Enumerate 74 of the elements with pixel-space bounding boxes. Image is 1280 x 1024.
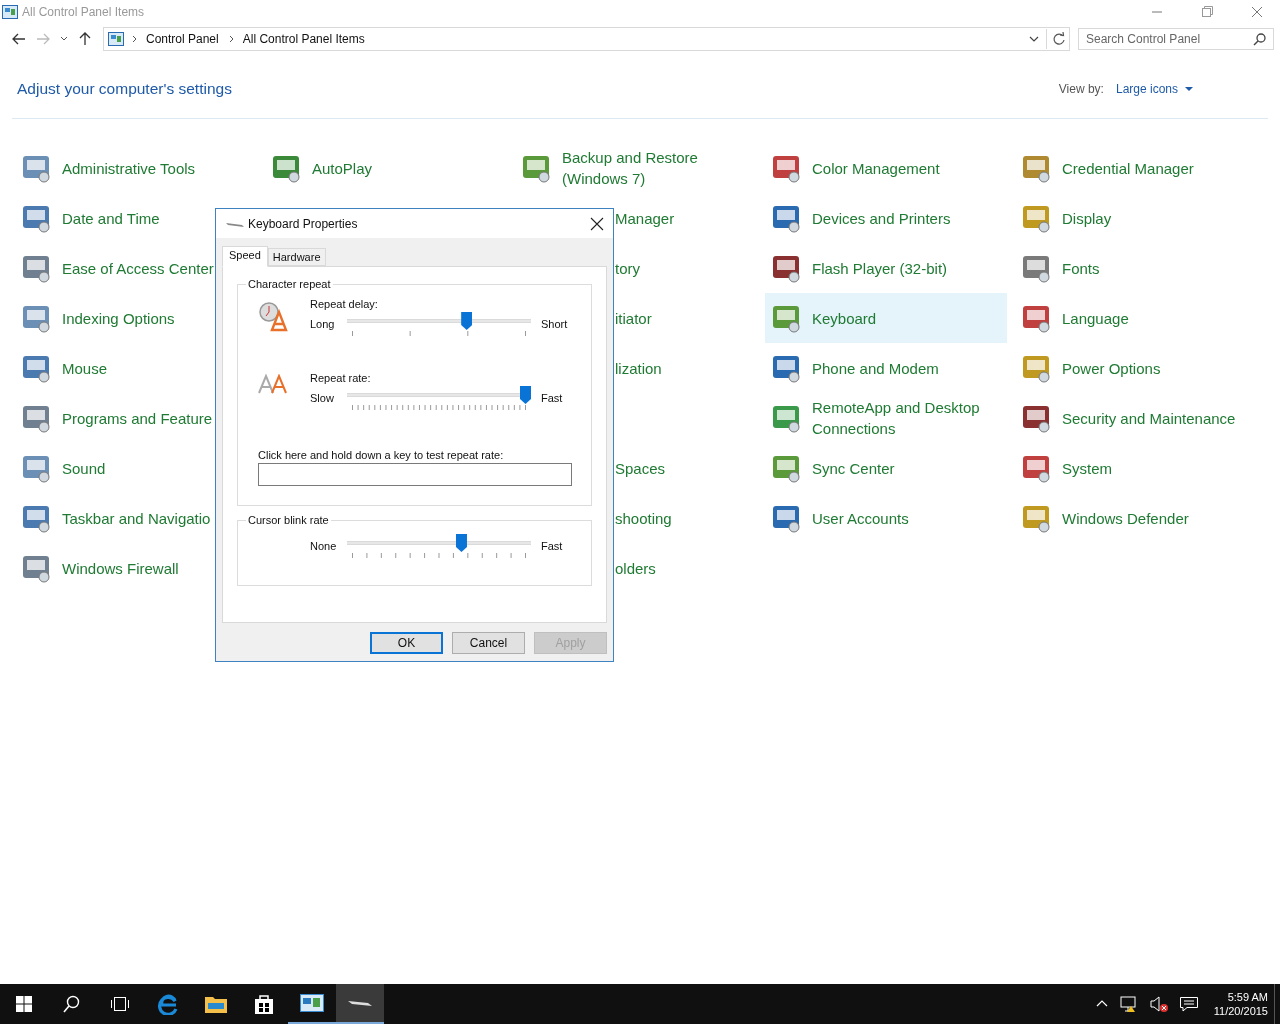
- group-title: Cursor blink rate: [247, 514, 330, 526]
- slider-min-label: Long: [310, 318, 336, 330]
- applet-item[interactable]: Phone and Modem: [765, 343, 1007, 393]
- folder-icon: [204, 994, 228, 1014]
- notification-icon[interactable]: [1178, 995, 1199, 1013]
- applet-item[interactable]: Fonts: [1015, 243, 1257, 293]
- browser-icon: [157, 993, 179, 1015]
- close-icon[interactable]: [590, 216, 604, 231]
- applet-item[interactable]: Power Options: [1015, 343, 1257, 393]
- address-bar[interactable]: Control Panel All Control Panel Items: [103, 27, 1070, 51]
- search-field[interactable]: Search Control Panel: [1078, 28, 1274, 50]
- applet-item[interactable]: Credential Manager: [1015, 143, 1257, 193]
- clock-date[interactable]: 11/20/2015: [1213, 1004, 1268, 1018]
- applet-item[interactable]: AutoPlay: [265, 143, 507, 193]
- stopwatch-icon: [258, 300, 290, 332]
- slider-max-label: Short: [541, 318, 568, 330]
- letters-icon: [258, 374, 290, 394]
- applet-item[interactable]: Administrative Tools: [15, 143, 257, 193]
- view-by-label: View by:: [1058, 82, 1104, 96]
- applet-item[interactable]: Programs and Feature: [15, 393, 257, 443]
- task-view-icon: [109, 996, 131, 1012]
- applet-item[interactable]: Windows Defender: [1015, 493, 1257, 543]
- view-mode-link[interactable]: Large icons: [1115, 82, 1178, 96]
- applet-item[interactable]: RemoteApp and Desktop Connections: [765, 393, 1007, 443]
- window-title: All Control Panel Items: [22, 5, 145, 19]
- slider-label: Repeat rate:: [310, 372, 372, 384]
- slider-thumb[interactable]: [461, 312, 473, 330]
- applet-item[interactable]: Backup and Restore (Windows 7): [515, 143, 757, 193]
- dialog-title: Keyboard Properties: [248, 216, 358, 231]
- dialog-button[interactable]: Cancel: [452, 632, 525, 654]
- slider-min-label: None: [310, 540, 338, 552]
- group-title: Character repeat: [247, 278, 332, 290]
- control-panel-icon: [300, 993, 324, 1013]
- input-field[interactable]: [258, 463, 572, 486]
- slider-max-label: Fast: [541, 540, 563, 552]
- shopping-bag-icon: [254, 993, 274, 1015]
- windows-logo-icon: [16, 996, 32, 1012]
- slider-label: Repeat delay:: [310, 298, 379, 310]
- applet-item[interactable]: Color Management: [765, 143, 1007, 193]
- applet-item[interactable]: Indexing Options: [15, 293, 257, 343]
- slider-thumb[interactable]: [520, 386, 531, 404]
- speaker-muted-icon[interactable]: [1148, 995, 1169, 1013]
- slider-min-label: Slow: [310, 392, 335, 404]
- clock-time[interactable]: 5:59 AM: [1227, 990, 1268, 1004]
- page-heading: Adjust your computer's settings: [17, 80, 232, 98]
- control-panel-icon: [108, 32, 124, 46]
- applet-item[interactable]: Keyboard: [765, 293, 1007, 343]
- applet-item[interactable]: Sync Center: [765, 443, 1007, 493]
- network-icon[interactable]: [1118, 995, 1139, 1013]
- applet-item[interactable]: Display: [1015, 193, 1257, 243]
- applet-item[interactable]: Devices and Printers: [765, 193, 1007, 243]
- applet-item[interactable]: Windows Firewall: [15, 543, 257, 593]
- applet-item[interactable]: Language: [1015, 293, 1257, 343]
- applet-item[interactable]: Sound: [15, 443, 257, 493]
- applet-item[interactable]: Mouse: [15, 343, 257, 393]
- keyboard-icon: [348, 998, 372, 1008]
- control-panel-icon: [2, 5, 18, 19]
- applet-item[interactable]: Security and Maintenance: [1015, 393, 1257, 443]
- search-icon[interactable]: [1253, 32, 1267, 46]
- dialog-button[interactable]: OK: [370, 632, 443, 654]
- tab[interactable]: Speed: [222, 246, 268, 267]
- search-icon: [63, 995, 81, 1013]
- breadcrumb[interactable]: Control Panel: [146, 32, 219, 46]
- up-arrow-icon[interactable]: [77, 31, 93, 47]
- breadcrumb[interactable]: All Control Panel Items: [242, 32, 365, 46]
- tab[interactable]: Hardware: [267, 248, 326, 266]
- dropdown-arrow-icon[interactable]: [1184, 85, 1194, 93]
- test-field-label: Click here and hold down a key to test repeat rate:: [258, 449, 505, 461]
- back-arrow-icon[interactable]: [11, 31, 27, 47]
- slider-thumb[interactable]: [456, 534, 467, 552]
- slider-max-label: Fast: [541, 392, 563, 404]
- applet-item[interactable]: System: [1015, 443, 1257, 493]
- applet-item[interactable]: User Accounts: [765, 493, 1007, 543]
- applet-item[interactable]: Flash Player (32-bit): [765, 243, 1007, 293]
